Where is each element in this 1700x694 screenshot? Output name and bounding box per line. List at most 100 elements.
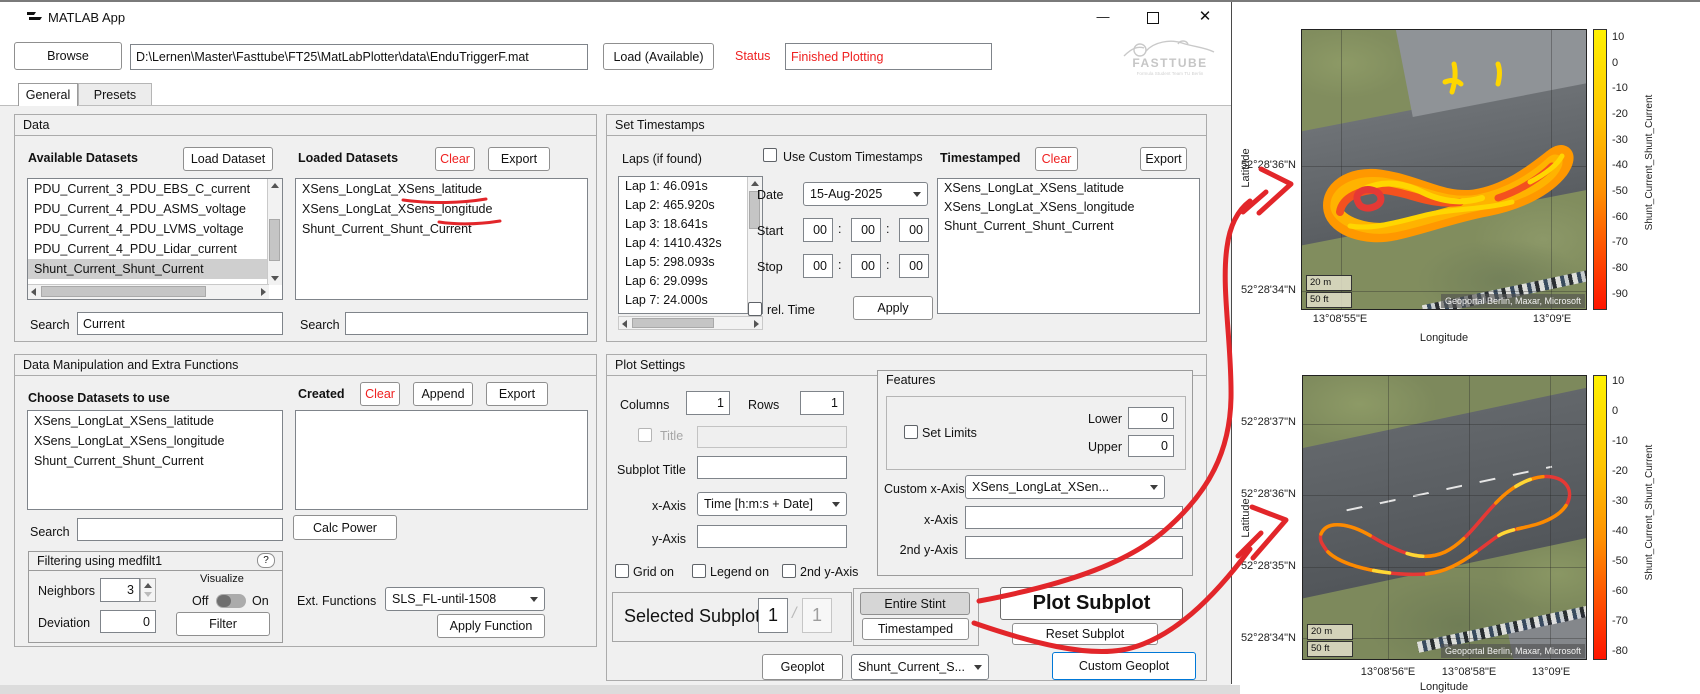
date-dropdown[interactable]: 15-Aug-2025 [803,182,928,206]
laps-list[interactable]: Lap 1: 46.091s Lap 2: 465.920s Lap 3: 18… [618,176,763,314]
vertical-scrollbar[interactable] [267,179,282,285]
start-hour-field[interactable]: 00 [803,218,833,242]
list-item[interactable]: XSens_LongLat_XSens_longitude [28,431,282,451]
tab-presets[interactable]: Presets [78,83,152,106]
close-button[interactable]: ✕ [1188,6,1222,28]
geoplot-dataset-dropdown[interactable]: Shunt_Current_S... [851,654,989,680]
list-item[interactable]: XSens_LongLat_XSens_longitude [938,198,1199,217]
entire-stint-button[interactable]: Entire Stint [860,592,970,615]
apply-function-button[interactable]: Apply Function [437,614,545,638]
calc-power-button[interactable]: Calc Power [293,515,397,540]
subplot-title-field[interactable] [697,456,847,479]
plot-subplot-button[interactable]: Plot Subplot [1000,587,1183,620]
list-item[interactable]: PDU_Current_4_PDU_Lidar_current [28,239,269,259]
available-datasets-list[interactable]: PDU_Current_3_PDU_EBS_C_current PDU_Curr… [27,178,283,300]
columns-field[interactable]: 1 [686,391,730,415]
available-search-input[interactable]: Current [77,312,283,335]
created-list[interactable] [295,410,588,510]
loaded-export-button[interactable]: Export [488,147,550,171]
upper-field[interactable]: 0 [1128,435,1174,457]
append-button[interactable]: Append [413,382,473,406]
list-item[interactable]: Shunt_Current_Shunt_Current [938,217,1199,236]
second-y-axis-checkbox[interactable] [782,564,796,578]
rel-time-checkbox[interactable] [748,302,762,316]
deviation-field[interactable]: 0 [100,610,156,633]
geoplot-figure-top[interactable]: 20 m 50 ft Geoportal Berlin, Maxar, Micr… [1301,29,1587,310]
use-custom-timestamps-checkbox[interactable] [763,148,777,162]
tab-general[interactable]: General [18,83,78,106]
filter-button[interactable]: Filter [176,612,270,636]
geoplot-figure-bottom[interactable]: 20 m 50 ft Geoportal Berlin, Maxar, Micr… [1302,375,1587,660]
list-item[interactable]: Shunt_Current_Shunt_Current [28,451,282,471]
y-axis-field[interactable] [697,525,847,548]
set-limits-label: Set Limits [922,426,977,440]
features-2nd-y-axis-field[interactable] [965,536,1183,559]
file-path-field[interactable]: D:\Lernen\Master\Fasttube\FT25\MatLabPlo… [130,44,588,70]
list-item-selected[interactable]: Shunt_Current_Shunt_Current [28,259,269,279]
custom-x-axis-dropdown[interactable]: XSens_LongLat_XSen... [965,475,1165,499]
timestamped-list[interactable]: XSens_LongLat_XSens_latitude XSens_LongL… [937,178,1200,314]
scrollbar-thumb[interactable] [632,318,714,328]
timestamped-clear-button[interactable]: Clear [1035,147,1078,171]
maximize-button[interactable] [1136,6,1170,28]
browse-button[interactable]: Browse [14,42,122,70]
rows-field[interactable]: 1 [800,391,844,415]
subplot-index-field[interactable]: 1 [758,598,788,633]
reset-subplot-button[interactable]: Reset Subplot [1012,623,1158,645]
neighbors-stepper[interactable] [140,578,156,602]
list-item[interactable]: PDU_Current_3_PDU_EBS_C_current [28,179,269,199]
start-minute-field[interactable]: 00 [851,218,881,242]
loaded-search-input[interactable] [345,312,588,335]
minimize-button[interactable]: — [1086,6,1120,28]
grid-on-checkbox[interactable] [615,564,629,578]
stop-hour-field[interactable]: 00 [803,254,833,278]
list-item[interactable]: PDU_Current_4_PDU_ASMS_voltage [28,199,269,219]
geoplot-button[interactable]: Geoplot [762,654,843,680]
map-attribution: Geoportal Berlin, Maxar, Microsoft [1441,644,1585,658]
choose-search-input[interactable] [77,518,283,541]
laps-horizontal-scrollbar[interactable] [618,316,763,330]
neighbors-label: Neighbors [38,584,95,598]
ext-functions-dropdown[interactable]: SLS_FL-until-1508 [385,587,545,611]
start-second-field[interactable]: 00 [899,218,929,242]
list-item[interactable]: Lap 5: 298.093s [619,253,750,272]
x-axis-dropdown[interactable]: Time [h:m:s + Date] [697,492,847,516]
title-checkbox[interactable] [638,428,652,442]
list-item[interactable]: XSens_LongLat_XSens_longitude [296,199,587,219]
list-item[interactable]: XSens_LongLat_XSens_latitude [28,411,282,431]
stop-minute-field[interactable]: 00 [851,254,881,278]
list-item[interactable]: XSens_LongLat_XSens_latitude [296,179,587,199]
legend-on-checkbox[interactable] [692,564,706,578]
timestamped-button[interactable]: Timestamped [862,618,969,640]
list-item[interactable]: PDU_Current_4_PDU_LVMS_voltage [28,219,269,239]
choose-datasets-list[interactable]: XSens_LongLat_XSens_latitude XSens_LongL… [27,410,283,510]
features-x-axis-field[interactable] [965,506,1183,529]
list-item[interactable]: Lap 2: 465.920s [619,196,750,215]
apply-button[interactable]: Apply [853,296,933,320]
loaded-datasets-list[interactable]: XSens_LongLat_XSens_latitude XSens_LongL… [295,178,588,300]
load-available-button[interactable]: Load (Available) [603,43,714,70]
window-bottom-strip [0,685,1240,694]
created-export-button[interactable]: Export [486,382,548,406]
list-item[interactable]: Shunt_Current_Shunt_Current [296,219,587,239]
set-limits-checkbox[interactable] [904,425,918,439]
timestamped-export-button[interactable]: Export [1140,147,1187,171]
list-item[interactable]: Lap 7: 24.000s [619,291,750,310]
scrollbar-thumb[interactable] [269,219,280,261]
list-item[interactable]: XSens_LongLat_XSens_latitude [938,179,1199,198]
list-item[interactable]: Lap 1: 46.091s [619,177,750,196]
horizontal-scrollbar[interactable] [28,284,269,299]
list-item[interactable]: Lap 3: 18.641s [619,215,750,234]
load-dataset-button[interactable]: Load Dataset [183,147,273,171]
help-button[interactable]: ? [257,553,275,568]
stop-second-field[interactable]: 00 [899,254,929,278]
visualize-toggle[interactable] [216,594,246,608]
created-clear-button[interactable]: Clear [360,382,400,406]
list-item[interactable]: Lap 4: 1410.432s [619,234,750,253]
neighbors-field[interactable]: 3 [100,578,140,602]
lower-field[interactable]: 0 [1128,407,1174,429]
loaded-clear-button[interactable]: Clear [435,147,475,171]
custom-geoplot-button[interactable]: Custom Geoplot [1052,652,1196,680]
list-item[interactable]: Lap 6: 29.099s [619,272,750,291]
scrollbar-thumb[interactable] [41,286,206,297]
